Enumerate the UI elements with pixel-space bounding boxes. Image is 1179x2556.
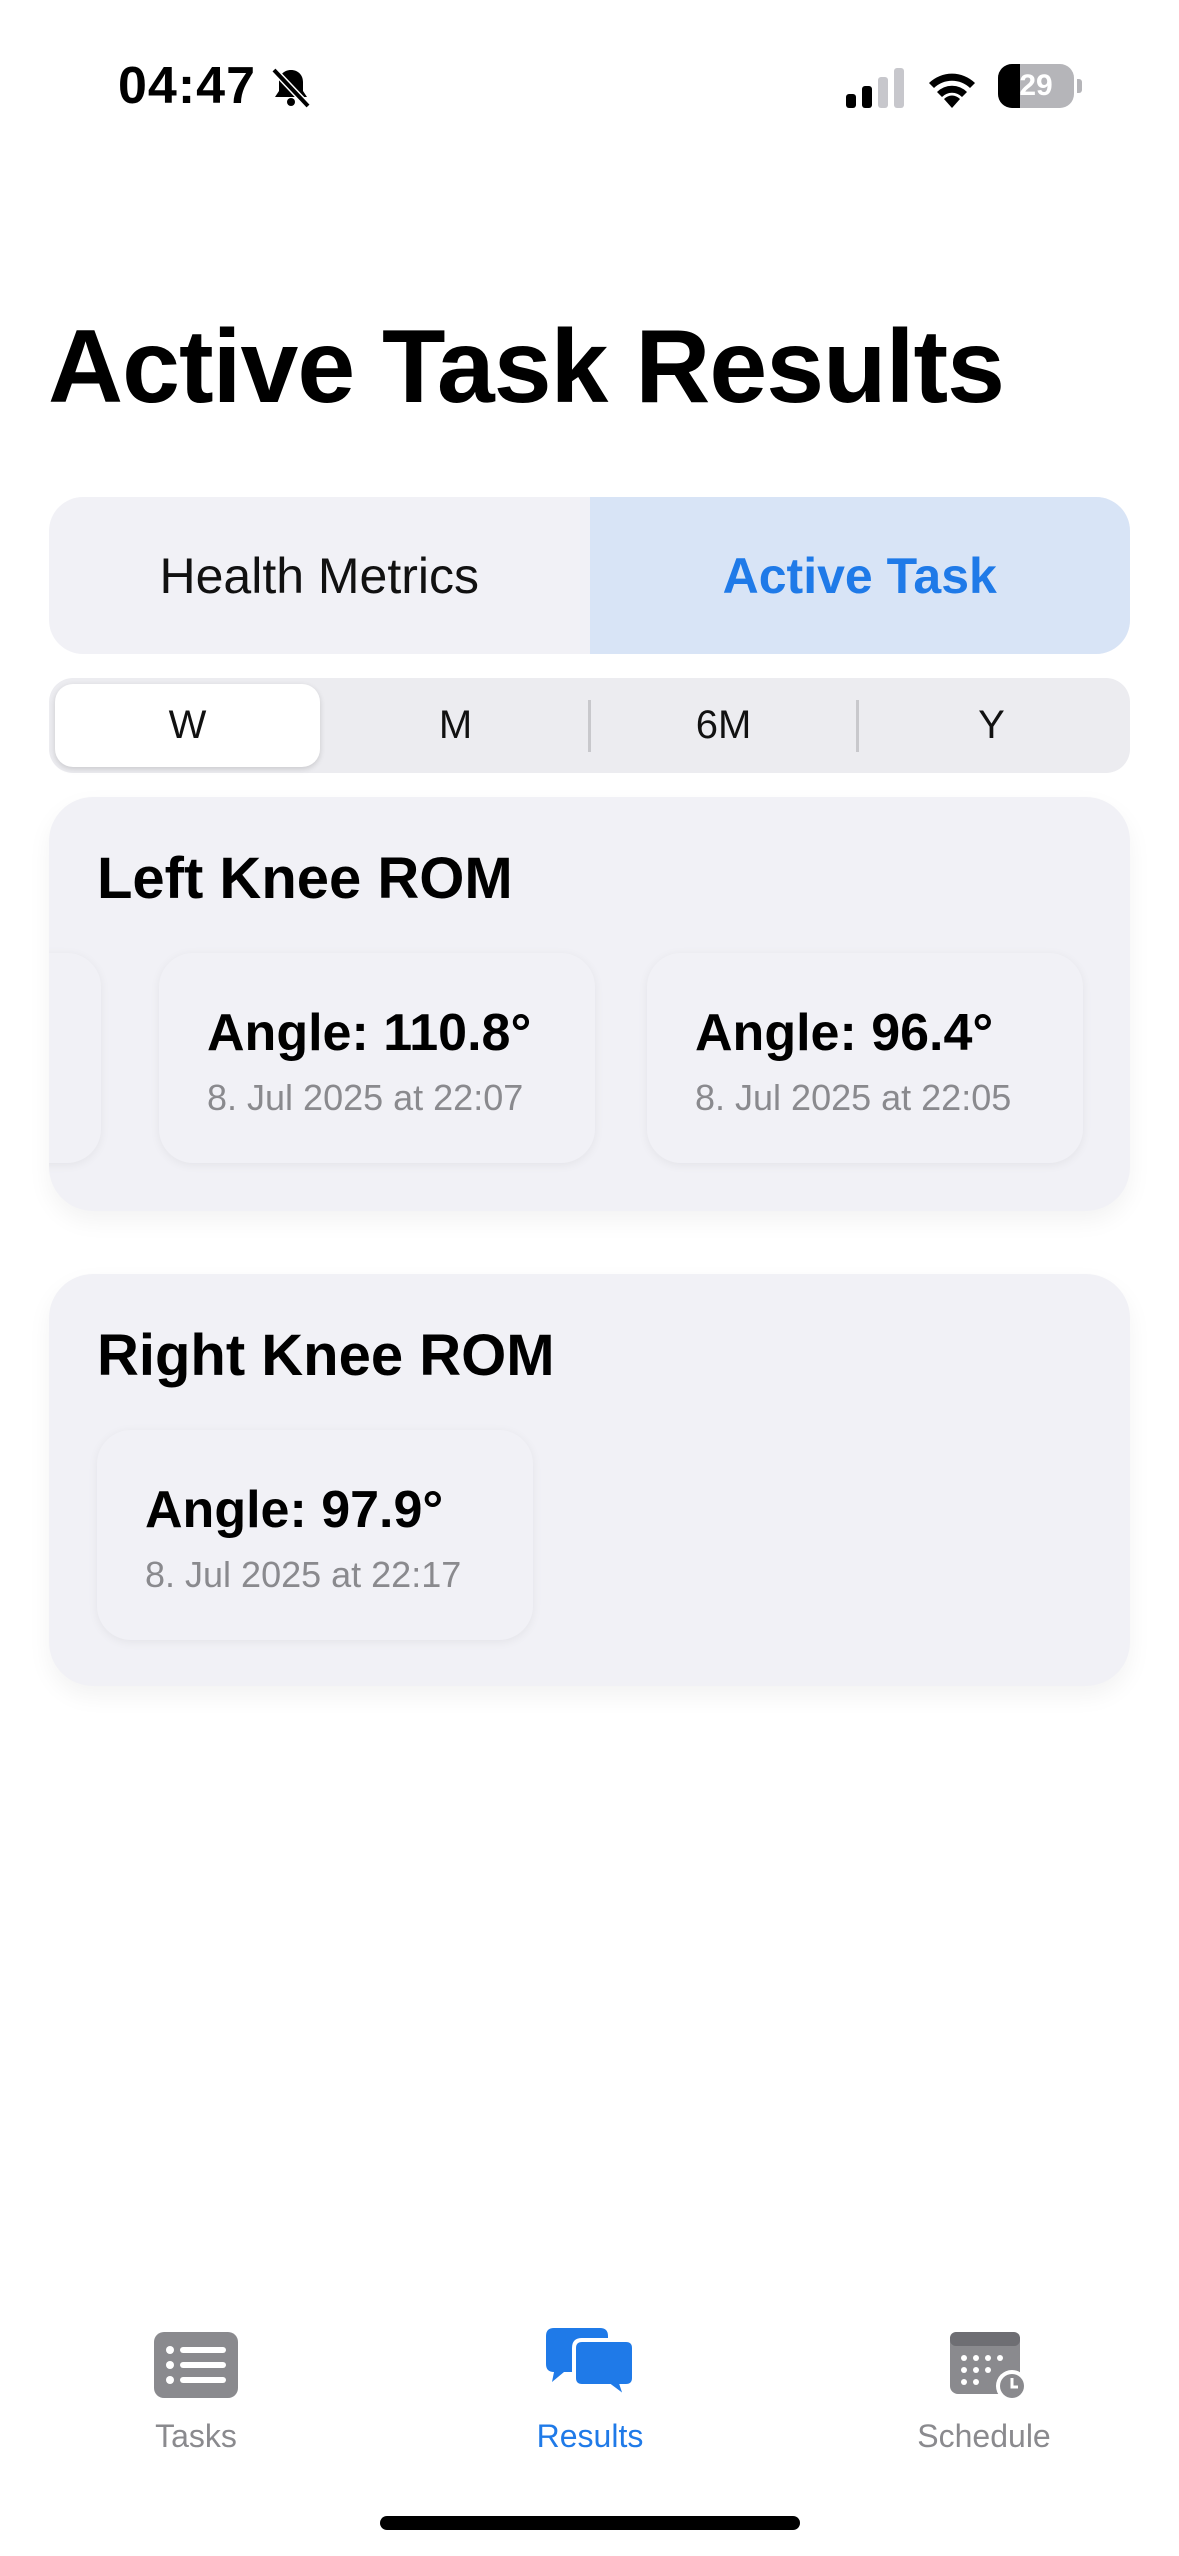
reading-angle: Angle: 110.8° [207,1004,532,1062]
page-title: Active Task Results [48,309,1005,425]
right-knee-card: Right Knee ROM Angle: 97.9° 8. Jul 2025 … [49,1274,1130,1686]
reading-card-partial[interactable] [49,953,101,1163]
range-segmented-control: W M 6M Y [49,678,1130,773]
reading-date: 8. Jul 2025 at 22:05 [695,1077,1012,1118]
reading-date: 8. Jul 2025 at 22:07 [207,1077,524,1118]
cellular-signal-icon [846,68,904,108]
tab-tasks[interactable]: Tasks [86,2326,306,2476]
list-icon [154,2332,238,2398]
bell-slash-icon [271,67,311,109]
reading-angle: Angle: 96.4° [695,1004,994,1062]
screen: 04:47 29 Active Task Results Health Metr… [0,0,1179,2556]
tab-health-metrics[interactable]: Health Metrics [49,497,590,654]
range-six-month-button[interactable]: 6M [591,684,856,767]
chat-bubbles-icon [546,2328,636,2404]
reading-card[interactable]: Angle: 97.9° 8. Jul 2025 at 22:17 [97,1430,533,1640]
calendar-clock-icon [950,2332,1028,2402]
primary-segmented-control: Health Metrics Active Task [49,497,1130,654]
reading-date: 8. Jul 2025 at 22:17 [145,1554,462,1595]
battery-cap [1077,79,1082,93]
reading-card[interactable]: Angle: 110.8° 8. Jul 2025 at 22:07 [159,953,595,1163]
range-week-button[interactable]: W [55,684,320,767]
tab-results-label: Results [536,2418,644,2454]
tab-schedule[interactable]: Schedule [874,2326,1094,2476]
tab-schedule-label: Schedule [917,2418,1051,2454]
status-bar: 04:47 29 [0,0,1179,150]
battery-level-text: 29 [1019,69,1053,102]
range-year-button[interactable]: Y [859,684,1124,767]
tab-active-task[interactable]: Active Task [589,497,1130,654]
tab-results[interactable]: Results [480,2326,700,2476]
right-knee-title: Right Knee ROM [97,1323,555,1388]
reading-card[interactable]: Angle: 96.4° 8. Jul 2025 at 22:05 [647,953,1083,1163]
battery-body: 29 [998,64,1074,108]
battery-indicator: 29 [998,64,1082,108]
wifi-icon [929,73,975,108]
status-time: 04:47 [118,57,256,115]
tab-tasks-label: Tasks [155,2418,237,2454]
left-knee-title: Left Knee ROM [97,846,513,911]
home-indicator[interactable] [380,2516,800,2530]
left-knee-card: Left Knee ROM Angle: 110.8° 8. Jul 2025 … [49,797,1130,1211]
range-month-button[interactable]: M [323,684,588,767]
reading-angle: Angle: 97.9° [145,1481,444,1539]
